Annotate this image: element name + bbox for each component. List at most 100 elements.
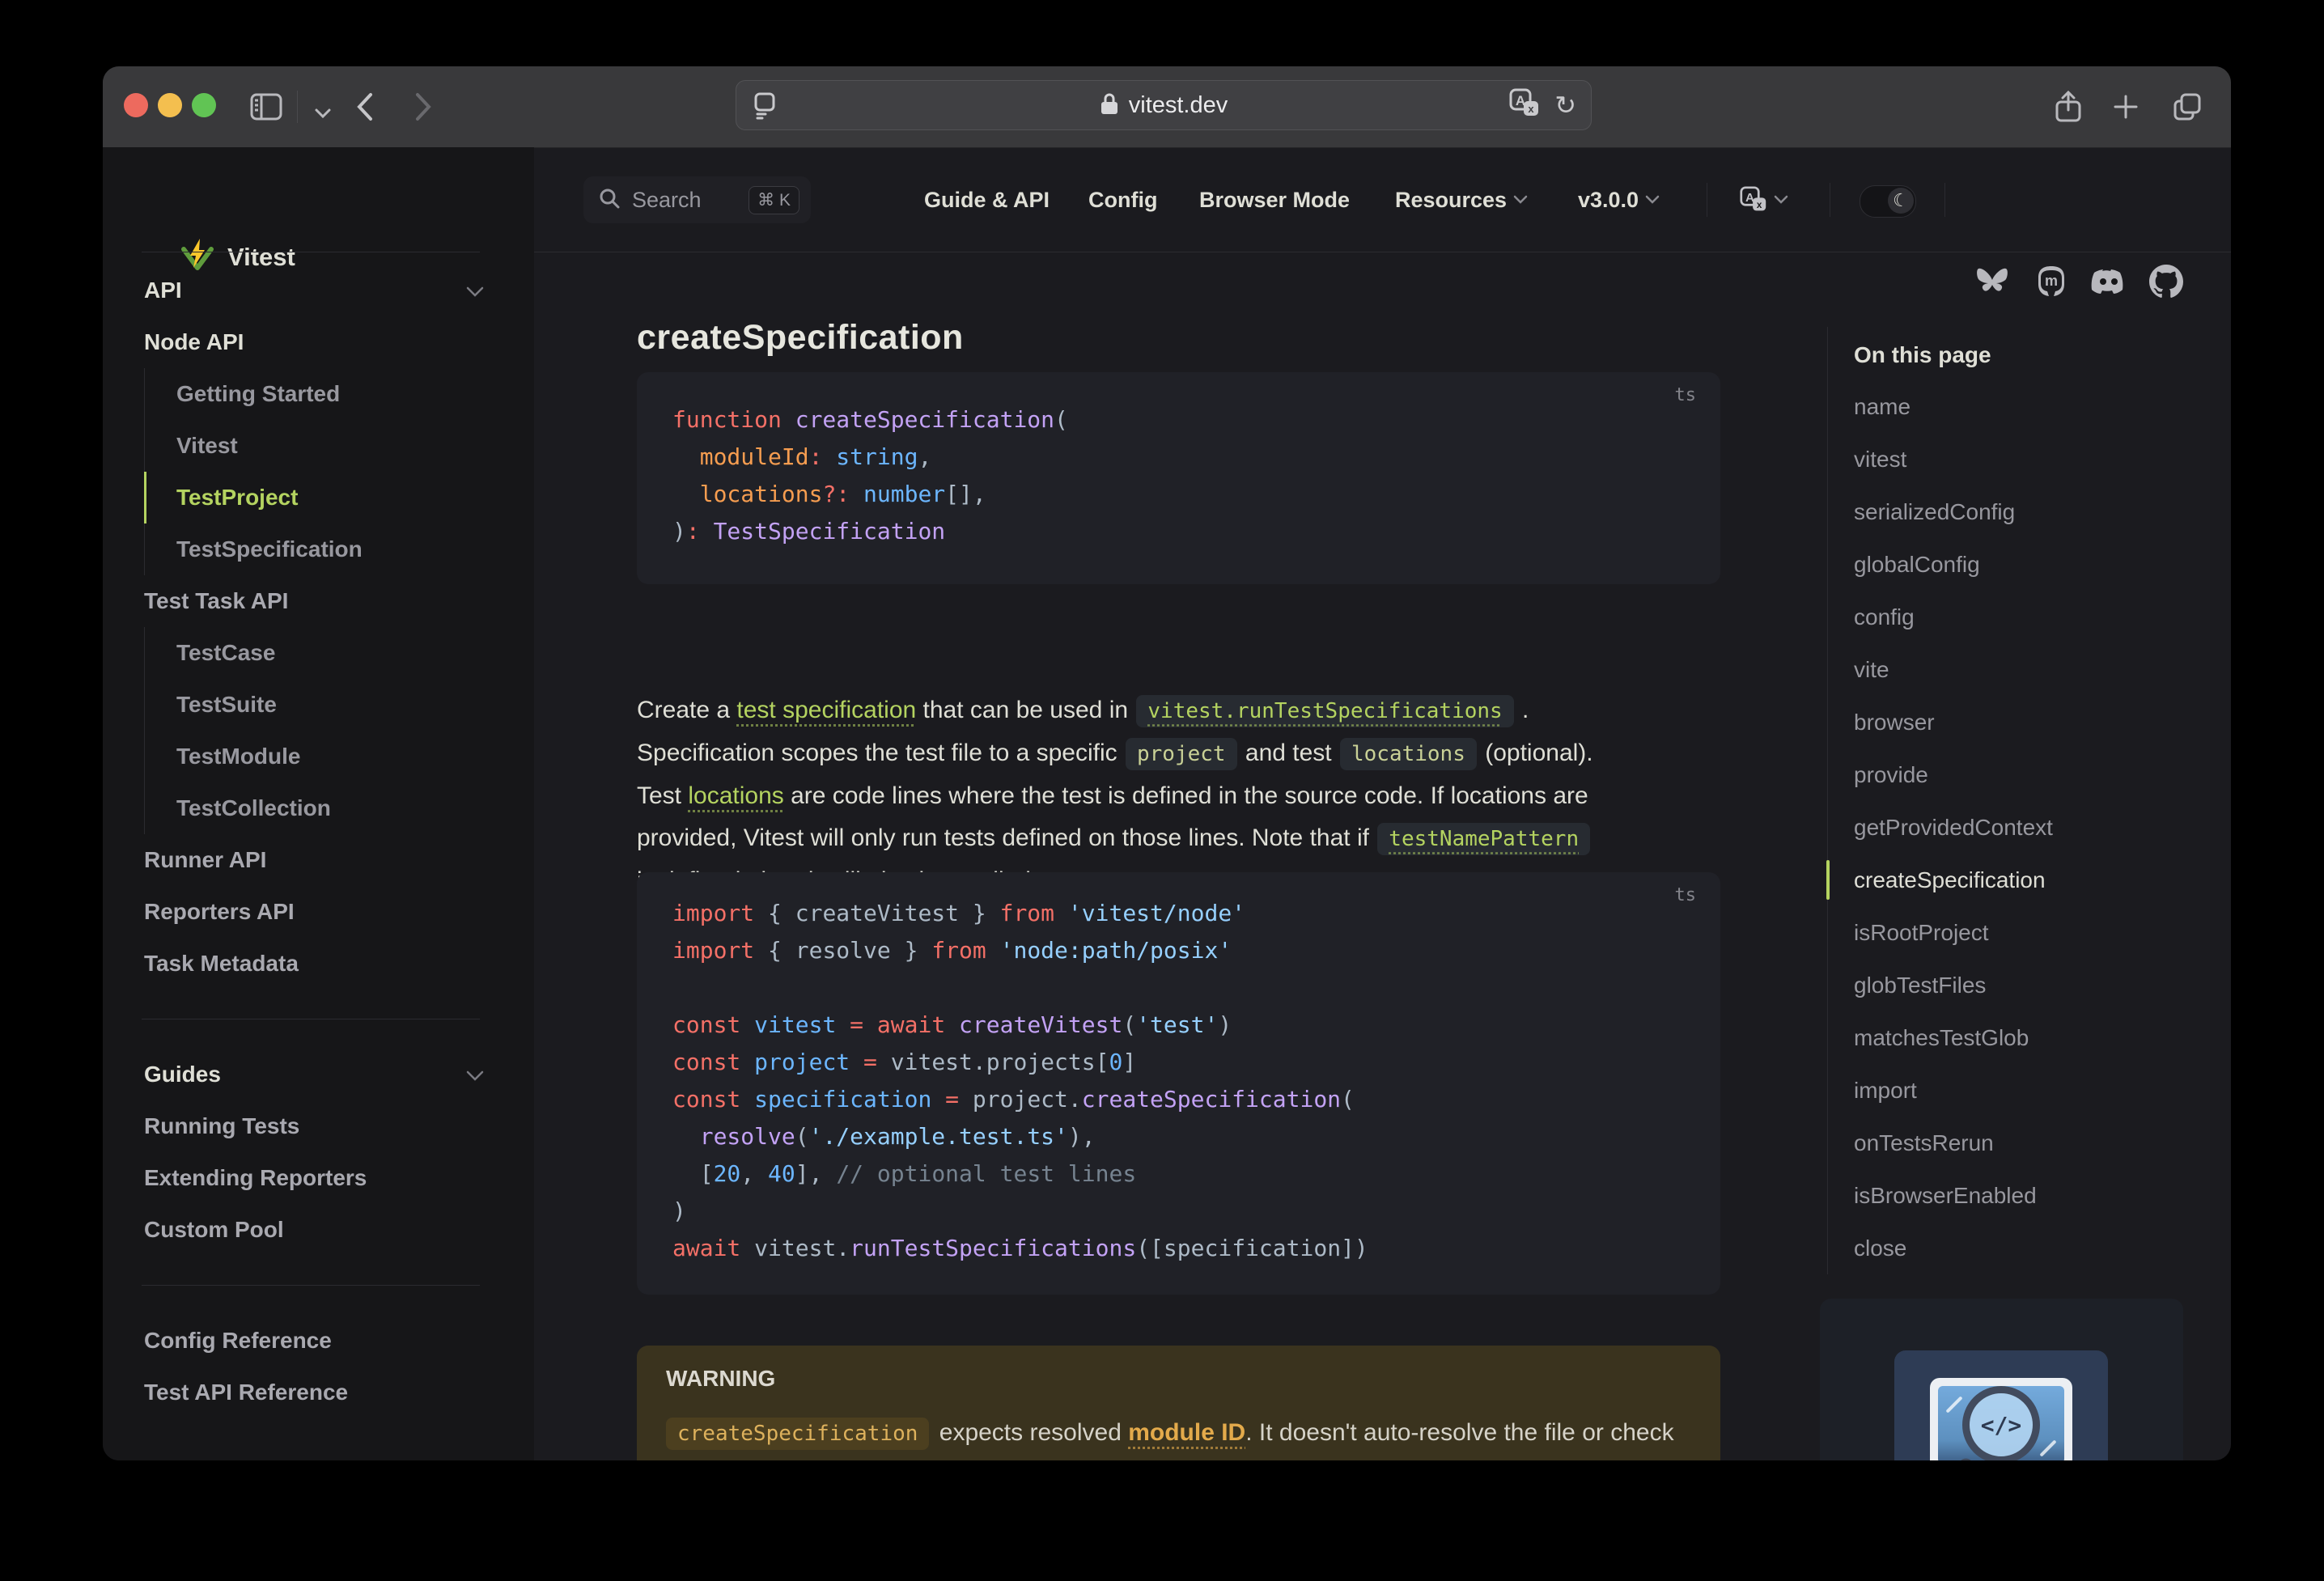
sidebar-item-label: Custom Pool [144,1217,284,1242]
outline-item-config[interactable]: config [1854,591,2207,643]
reload-icon[interactable]: ↻ [1554,92,1576,118]
outline-item-name[interactable]: name [1854,380,2207,433]
sidebar-item-testproject[interactable]: TestProject [144,472,534,523]
outline-item-ontestsrerun[interactable]: onTestsRerun [1854,1117,2207,1169]
nav-link-guide-api[interactable]: Guide & API [924,184,1050,215]
sidebar-item-testcollection[interactable]: TestCollection [144,782,534,834]
sidebar-item-reporters-api[interactable]: Reporters API [103,886,534,938]
code-inspection-illustration: </> [1894,1350,2108,1460]
outline-item-import[interactable]: import [1854,1064,2207,1117]
text-segment: are code lines where the test is defined… [783,782,1588,809]
nav-link-browser-mode[interactable]: Browser Mode [1199,184,1350,215]
sidebar-item-custom-pool[interactable]: Custom Pool [103,1204,534,1256]
translate-icon[interactable]: A x [1509,88,1540,123]
code-line: locations?: number[], [699,481,986,507]
inline-link[interactable]: locations [688,782,783,809]
nav-dropdown-version[interactable]: v3.0.0 [1578,184,1660,215]
inline-link[interactable]: test specification [736,697,916,723]
sidebar-item-task-metadata[interactable]: Task Metadata [103,938,534,990]
new-tab-icon[interactable] [2106,87,2145,126]
sidebar-item-testcase[interactable]: TestCase [144,627,534,679]
search-placeholder: Search [632,187,702,212]
forward-button[interactable] [404,87,443,126]
inline-link[interactable]: module ID [1128,1419,1245,1446]
search-input[interactable]: Search ⌘ K [583,176,811,223]
sidebar-item-label: TestCollection [176,795,331,820]
url-text[interactable]: vitest.dev [1129,92,1228,119]
theme-toggle[interactable]: ☾ [1860,185,1916,218]
language-selector[interactable]: A x [1740,184,1788,215]
site-navbar: Search ⌘ K Guide & API Config Browser Mo… [534,147,2231,298]
tab-overview-icon[interactable] [2168,87,2207,126]
outline-item-close[interactable]: close [1854,1222,2207,1274]
search-icon [598,187,621,214]
nav-divider [1944,183,1945,217]
outline-item-matchestestglob[interactable]: matchesTestGlob [1854,1011,2207,1064]
close-window-button[interactable] [124,93,148,117]
text-segment: Create a [637,697,737,723]
sidebar-item-config-reference[interactable]: Config Reference [103,1315,534,1367]
sidebar-item-getting-started[interactable]: Getting Started [144,368,534,420]
nav-dropdown-resources[interactable]: Resources [1395,184,1528,215]
search-shortcut-badge: ⌘ K [749,185,799,214]
sidebar-item-runner-api[interactable]: Runner API [103,834,534,886]
sidebar-item-testsuite[interactable]: TestSuite [144,679,534,731]
code-line: [20, 40], // optional test lines [672,1160,1137,1187]
sponsor-card[interactable]: </> [1820,1299,2183,1460]
outline-item-globalconfig[interactable]: globalConfig [1854,538,2207,591]
outline-item-vite[interactable]: vite [1854,643,2207,696]
discord-icon[interactable] [2089,262,2128,301]
inline-code-link[interactable]: testNamePattern [1377,823,1591,855]
inline-code: createSpecification [666,1418,930,1450]
sidebar-nav-list: API Node API Getting Started Vitest TestProj… [103,265,534,1418]
docs-sidebar: Vitest API Node API Getting Started Vitest T… [103,147,534,1460]
back-button[interactable] [346,87,384,126]
outline-item-browser[interactable]: browser [1854,696,2207,748]
sidebar-item-test-task-api[interactable]: Test Task API [103,575,534,627]
nav-link-config[interactable]: Config [1088,184,1157,215]
sidebar-item-vitest[interactable]: Vitest [144,420,534,472]
address-bar[interactable]: vitest.dev A x ↻ [736,80,1592,130]
sidebar-item-label: Running Tests [144,1113,300,1138]
outline-item-isbrowserenabled[interactable]: isBrowserEnabled [1854,1169,2207,1222]
sidebar-item-api[interactable]: API [103,265,534,316]
zoom-window-button[interactable] [192,93,216,117]
code-lines: import { createVitest } from 'vitest/nod… [672,895,1696,1267]
outline-item-getprovidedcontext[interactable]: getProvidedContext [1854,801,2207,854]
nav-dropdown-version-label: v3.0.0 [1578,187,1639,212]
sidebar-item-testspecification[interactable]: TestSpecification [144,523,534,575]
outline-item-isrootproject[interactable]: isRootProject [1854,906,2207,959]
inline-code-link[interactable]: vitest.runTestSpecifications [1136,695,1514,727]
text-segment: Specification scopes the test file to a … [637,740,1124,766]
warning-callout: WARNING createSpecification expects reso… [637,1346,1720,1460]
sidebar-toggle-icon[interactable] [247,87,286,126]
share-icon[interactable] [2049,87,2088,126]
chevron-down-icon [466,278,484,303]
bluesky-icon[interactable] [1973,262,2012,301]
outline-item-serializedconfig[interactable]: serializedConfig [1854,485,2207,538]
sidebar-item-extending-reporters[interactable]: Extending Reporters [103,1152,534,1204]
outline-item-createspecification[interactable]: createSpecification [1826,854,2207,906]
inline-code: project [1125,738,1237,770]
text-segment: provided, Vitest will only run tests def… [637,824,1376,851]
sidebar-item-running-tests[interactable]: Running Tests [103,1100,534,1152]
outline-item-provide[interactable]: provide [1854,748,2207,801]
code-block-example: ts import { createVitest } from 'vitest/… [637,872,1720,1295]
mastodon-icon[interactable]: m [2032,262,2071,301]
sidebar-item-label: TestSuite [176,692,277,717]
magnifier-code-icon: </> [1962,1386,2040,1460]
sidebar-item-node-api[interactable]: Node API [103,316,534,368]
github-icon[interactable] [2147,262,2186,301]
text-segment: . [1515,697,1529,723]
sidebar-item-test-api-reference[interactable]: Test API Reference [103,1367,534,1418]
sidebar-item-label: Test API Reference [144,1380,349,1405]
outline-item-vitest[interactable]: vitest [1854,433,2207,485]
sidebar-item-guides[interactable]: Guides [103,1049,534,1100]
sidebar-item-testmodule[interactable]: TestModule [144,731,534,782]
description-paragraph: Create a test specification that can be … [637,689,1729,902]
minimize-window-button[interactable] [158,93,182,117]
outline-item-globtestfiles[interactable]: globTestFiles [1854,959,2207,1011]
warning-body: createSpecification expects resolved mod… [666,1412,1691,1460]
sidebar-menu-chevron-icon[interactable] [303,94,342,133]
sidebar-item-label: TestModule [176,744,301,769]
